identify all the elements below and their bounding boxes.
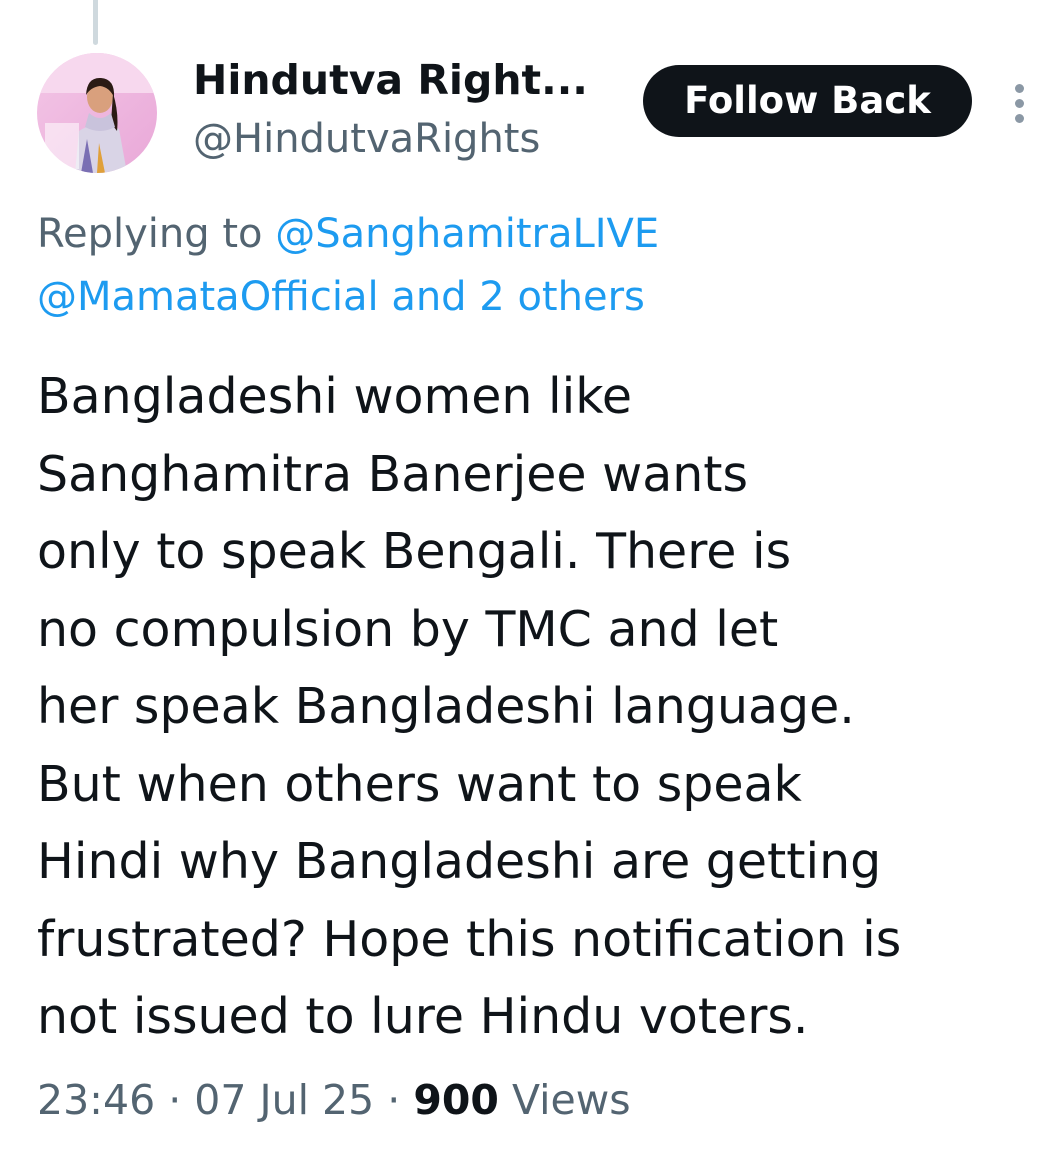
tweet-date[interactable]: 07 Jul 25	[194, 1076, 374, 1124]
meta-separator: ·	[387, 1076, 401, 1124]
tweet-text-line: no compulsion by TMC and let	[37, 600, 779, 658]
tweet-text-line: But when others want to speak	[37, 755, 802, 813]
tweet-time[interactable]: 23:46	[37, 1076, 155, 1124]
others-link[interactable]: and 2 others	[391, 274, 645, 320]
tweet-meta: 23:46 · 07 Jul 25 · 900 Views	[37, 1070, 631, 1130]
more-dot	[1015, 99, 1024, 108]
author-handle[interactable]: @HindutvaRights	[193, 113, 540, 165]
meta-separator: ·	[168, 1076, 182, 1124]
more-vertical-icon[interactable]	[1006, 80, 1034, 126]
tweet-text-line: Sanghamitra Banerjee wants	[37, 445, 749, 503]
more-dot	[1015, 114, 1024, 123]
tweet-text-line: Hindi why Bangladeshi are getting	[37, 833, 882, 890]
thread-connector-line	[93, 0, 98, 45]
replying-to-label: Replying to	[37, 211, 263, 257]
tweet-text-line: only to speak Bengali. There is	[37, 523, 792, 580]
avatar-photo	[37, 53, 157, 173]
tweet-text: Bangladeshi women like Sanghamitra Baner…	[37, 358, 901, 1056]
reply-context: Replying to @SanghamitraLIVE @MamataOffi…	[37, 203, 1027, 329]
tweet-text-line: her speak Bangladeshi language.	[37, 678, 855, 735]
tweet-text-line: not issued to lure Hindu voters.	[37, 988, 809, 1045]
mention-link[interactable]: @SanghamitraLIVE	[275, 211, 659, 257]
mention-link[interactable]: @MamataOfficial	[37, 274, 379, 320]
more-dot	[1015, 84, 1024, 93]
avatar[interactable]	[37, 53, 157, 173]
author-display-name[interactable]: Hindutva Right...	[193, 54, 588, 106]
views-label: Views	[511, 1076, 631, 1124]
follow-back-button[interactable]: Follow Back	[643, 65, 972, 137]
views-count: 900	[413, 1076, 499, 1124]
tweet-text-line: Bangladeshi women like	[37, 368, 633, 425]
tweet-text-line: frustrated? Hope this notification is	[37, 910, 902, 968]
